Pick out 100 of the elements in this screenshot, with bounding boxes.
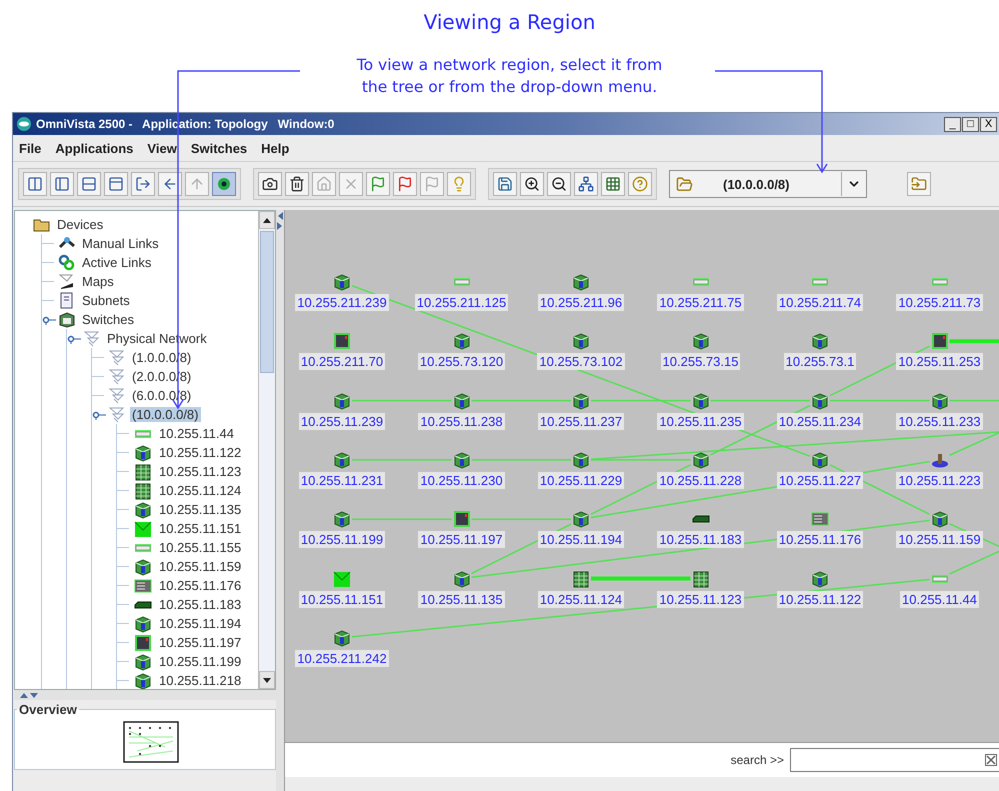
node-label[interactable]: 10.255.211.242 [295, 650, 389, 667]
cube-icon[interactable] [690, 392, 710, 410]
scroll-up-icon[interactable] [263, 218, 271, 222]
node-label[interactable]: 10.255.11.230 [418, 472, 505, 489]
node-label[interactable]: 10.255.11.197 [418, 531, 505, 548]
split-arrows-icon[interactable] [277, 212, 283, 230]
node-label[interactable]: 10.255.11.235 [657, 412, 744, 430]
scrollbar[interactable] [258, 211, 275, 689]
node-label[interactable]: 10.255.11.223 [896, 472, 983, 489]
menu-item[interactable]: Help [261, 140, 290, 156]
menu-item[interactable]: Applications [55, 140, 134, 156]
toolbar-button[interactable] [212, 172, 236, 196]
cube-icon[interactable] [930, 510, 950, 528]
cube-icon[interactable] [332, 510, 352, 528]
chain-icon[interactable] [58, 254, 76, 271]
search-field[interactable] [790, 748, 999, 772]
toolbar-button[interactable] [574, 172, 598, 196]
node-label[interactable]: 10.255.11.233 [896, 412, 983, 430]
node-label[interactable]: 10.255.11.44 [900, 590, 979, 608]
node-label[interactable]: 10.255.11.229 [538, 472, 624, 489]
tree-item[interactable]: 10.255.11.44 [157, 426, 236, 441]
grid-device-icon[interactable] [133, 462, 153, 480]
cube-icon[interactable] [452, 450, 472, 469]
node-label[interactable]: 10.255.11.199 [298, 531, 386, 548]
toolbar-button[interactable] [601, 172, 625, 196]
node-label[interactable]: 10.255.11.228 [657, 472, 744, 489]
expand-handle[interactable] [92, 410, 106, 420]
map-icon[interactable] [58, 273, 76, 290]
node-label[interactable]: 10.255.211.75 [657, 294, 744, 311]
cube-icon[interactable] [690, 450, 710, 469]
panel-device-icon[interactable] [133, 520, 153, 538]
node-label[interactable]: 10.255.11.123 [657, 590, 744, 608]
grid-device-icon[interactable] [571, 570, 591, 588]
tree-item[interactable]: Devices [55, 217, 106, 232]
window-control[interactable]: X [980, 116, 997, 132]
tree-item[interactable]: 10.255.11.122 [157, 445, 244, 460]
minimap-drawing[interactable] [123, 721, 179, 763]
cube-icon[interactable] [571, 450, 591, 469]
tree-item[interactable]: Manual Links [80, 236, 161, 251]
region-dropdown[interactable]: (10.0.0.0/8) [669, 170, 867, 198]
node-label[interactable]: 10.255.11.231 [298, 472, 386, 489]
cube-icon[interactable] [133, 652, 153, 670]
node-label[interactable]: 10.255.73.102 [537, 353, 625, 370]
chassis-icon[interactable] [133, 634, 153, 652]
node-label[interactable]: 10.255.11.227 [776, 472, 864, 489]
tree-item[interactable]: 10.255.11.155 [157, 540, 244, 555]
cube-icon[interactable] [810, 570, 830, 588]
split-arrows-icon[interactable] [20, 692, 38, 698]
node-label[interactable]: 10.255.11.183 [657, 531, 744, 548]
tree-item[interactable]: Switches [80, 312, 136, 327]
cube-icon[interactable] [332, 628, 352, 647]
tree-item[interactable]: 10.255.11.199 [157, 654, 244, 669]
tree-item[interactable]: (10.0.0.0/8) [130, 407, 200, 422]
node-label[interactable]: 10.255.211.74 [776, 294, 864, 311]
tree-item[interactable]: 10.255.11.135 [157, 502, 244, 517]
cube-icon[interactable] [452, 570, 472, 588]
cube-icon[interactable] [810, 332, 830, 350]
cube-icon[interactable] [810, 392, 830, 410]
node-label[interactable]: 10.255.11.124 [538, 590, 624, 608]
node-label[interactable]: 10.255.11.135 [418, 590, 505, 608]
tree-item[interactable]: Subnets [80, 293, 132, 308]
cube-icon[interactable] [133, 500, 153, 518]
expand-handle[interactable] [42, 314, 56, 324]
node-label[interactable]: 10.255.11.151 [298, 590, 386, 608]
tree-item[interactable]: 10.255.11.176 [157, 578, 244, 593]
cube-icon[interactable] [332, 450, 352, 469]
node-label[interactable]: 10.255.11.239 [298, 412, 386, 430]
cube-icon[interactable] [58, 311, 76, 328]
tree-item[interactable]: 10.255.11.159 [157, 559, 244, 574]
cube-icon[interactable] [133, 558, 153, 576]
cube-icon[interactable] [571, 332, 591, 350]
tree-item[interactable]: Active Links [80, 255, 154, 270]
menu-item[interactable]: Switches [190, 140, 248, 156]
tree-item[interactable]: 10.255.11.123 [157, 464, 244, 479]
chassis-icon[interactable] [332, 332, 352, 350]
grid-device-icon[interactable] [690, 570, 710, 588]
tree-item[interactable]: 10.255.11.124 [157, 483, 244, 498]
node-label[interactable]: 10.255.211.70 [298, 353, 386, 370]
cube-icon[interactable] [332, 273, 352, 291]
chassis-icon[interactable] [930, 332, 950, 350]
expand-handle[interactable] [67, 334, 81, 344]
node-label[interactable]: 10.255.11.159 [896, 531, 983, 548]
rack-icon[interactable] [133, 576, 153, 594]
cube-icon[interactable] [133, 672, 153, 689]
toolbar-button[interactable] [520, 172, 544, 196]
toolbar-button[interactable] [547, 172, 571, 196]
cube-icon[interactable] [690, 332, 710, 350]
cube-icon[interactable] [452, 332, 472, 350]
tree-item[interactable]: 10.255.11.197 [157, 635, 244, 650]
node-label[interactable]: 10.255.11.122 [776, 590, 864, 608]
node-label[interactable]: 10.255.73.15 [660, 353, 740, 370]
cube-icon[interactable] [571, 510, 591, 528]
tree-item[interactable]: 10.255.11.194 [157, 616, 244, 631]
scroll-down-icon[interactable] [263, 678, 271, 682]
cube-icon[interactable] [332, 392, 352, 410]
node-label[interactable]: 10.255.211.239 [295, 294, 389, 311]
node-label[interactable]: 10.255.11.194 [538, 531, 624, 548]
cube-icon[interactable] [133, 614, 153, 632]
cube-icon[interactable] [810, 450, 830, 469]
node-label[interactable]: 10.255.11.234 [776, 412, 864, 430]
